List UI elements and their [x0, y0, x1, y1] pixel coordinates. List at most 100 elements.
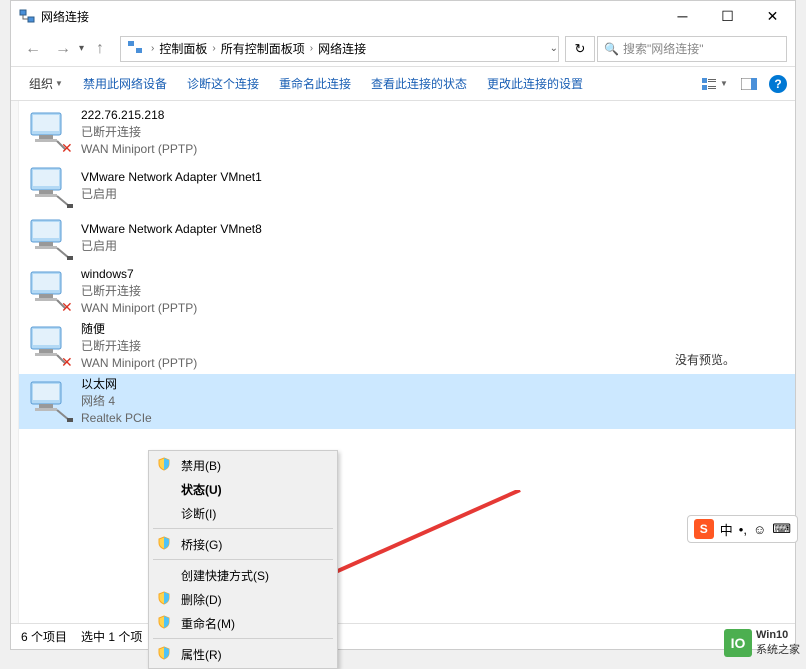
adapter-icon: ✕ [27, 107, 75, 155]
connection-labels: 以太网 网络 4 Realtek PCIe [81, 376, 152, 427]
location-icon [121, 39, 149, 58]
address-dropdown[interactable]: ⌄ [550, 43, 558, 54]
ime-sogou-icon: S [694, 519, 714, 539]
ime-toolbar[interactable]: S 中 •, ☺ ⌨ [687, 515, 798, 543]
connection-name: windows7 [81, 266, 197, 283]
connection-status: 已启用 [81, 186, 262, 203]
breadcrumb-sep: › [210, 43, 217, 54]
connection-device: WAN Miniport (PPTP) [81, 300, 197, 317]
ime-punct[interactable]: •, [739, 522, 747, 537]
titlebar: 网络连接 ─ ☐ ✕ [11, 1, 795, 31]
menu-label: 删除(D) [181, 591, 311, 608]
ime-emoji-icon[interactable]: ☺ [753, 522, 766, 537]
connection-labels: 222.76.215.218 已断开连接 WAN Miniport (PPTP) [81, 107, 197, 158]
menu-item[interactable]: 桥接(G) [151, 532, 335, 556]
up-button[interactable]: ↑ [86, 35, 114, 63]
chevron-down-icon: ▼ [55, 79, 63, 88]
menu-separator [153, 638, 333, 639]
network-icon [19, 8, 35, 24]
adapter-icon [27, 214, 75, 262]
menu-label: 创建快捷方式(S) [181, 567, 311, 584]
close-button[interactable]: ✕ [750, 1, 795, 31]
connection-item[interactable]: 以太网 网络 4 Realtek PCIe [19, 374, 795, 429]
maximize-button[interactable]: ☐ [705, 1, 750, 31]
refresh-button[interactable]: ↻ [565, 36, 595, 62]
shield-icon [157, 646, 175, 663]
change-settings-button[interactable]: 更改此连接的设置 [477, 75, 593, 92]
menu-label: 属性(R) [181, 646, 311, 663]
ime-lang[interactable]: 中 [720, 520, 733, 539]
shield-icon [157, 615, 175, 632]
breadcrumb-item[interactable]: 控制面板 [156, 40, 210, 57]
organize-menu[interactable]: 组织 ▼ [19, 75, 73, 92]
rename-button[interactable]: 重命名此连接 [269, 75, 361, 92]
help-button[interactable]: ? [769, 75, 787, 93]
menu-label: 重命名(M) [181, 615, 311, 632]
menu-item[interactable]: 创建快捷方式(S) [151, 563, 335, 587]
connection-device: WAN Miniport (PPTP) [81, 141, 197, 158]
history-dropdown[interactable]: ▾ [79, 43, 84, 54]
breadcrumb-sep: › [149, 43, 156, 54]
selected-count: 选中 1 个项 [81, 628, 142, 645]
breadcrumb-item[interactable]: 网络连接 [315, 40, 369, 57]
menu-label: 桥接(G) [181, 536, 311, 553]
search-icon: 🔍 [604, 42, 619, 56]
shield-icon [157, 591, 175, 608]
watermark: IO Win10 系统之家 [724, 629, 800, 657]
breadcrumb-item[interactable]: 所有控制面板项 [218, 40, 308, 57]
address-bar[interactable]: › 控制面板 › 所有控制面板项 › 网络连接 ⌄ [120, 36, 559, 62]
context-menu: 禁用(B) 状态(U) 诊断(I) 桥接(G) 创建快捷方式(S) 删除(D) 重命名(M)… [148, 450, 338, 669]
menu-item[interactable]: 属性(R) [151, 642, 335, 666]
menu-label: 状态(U) [181, 481, 311, 498]
search-placeholder: 搜索"网络连接" [623, 40, 704, 57]
view-status-button[interactable]: 查看此连接的状态 [361, 75, 477, 92]
menu-item[interactable]: 删除(D) [151, 587, 335, 611]
connection-item[interactable]: ✕ 222.76.215.218 已断开连接 WAN Miniport (PPT… [19, 105, 795, 160]
back-button[interactable]: ← [19, 35, 47, 63]
menu-item[interactable]: 诊断(I) [151, 501, 335, 525]
connection-labels: 随便 已断开连接 WAN Miniport (PPTP) [81, 321, 197, 372]
navigation-bar: ← → ▾ ↑ › 控制面板 › 所有控制面板项 › 网络连接 ⌄ ↻ 🔍 搜索… [11, 31, 795, 67]
connection-labels: VMware Network Adapter VMnet1 已启用 [81, 162, 262, 210]
connection-name: VMware Network Adapter VMnet1 [81, 169, 262, 186]
menu-label: 诊断(I) [181, 505, 311, 522]
left-edge [11, 101, 19, 623]
connection-status: 已断开连接 [81, 338, 197, 355]
forward-button[interactable]: → [49, 35, 77, 63]
shield-icon [157, 457, 175, 474]
diagnose-button[interactable]: 诊断这个连接 [177, 75, 269, 92]
svg-text:✕: ✕ [61, 140, 73, 155]
minimize-button[interactable]: ─ [660, 1, 705, 31]
preview-pane-button[interactable] [735, 73, 763, 95]
connection-status: 网络 4 [81, 393, 152, 410]
search-input[interactable]: 🔍 搜索"网络连接" [597, 36, 787, 62]
watermark-icon: IO [724, 629, 752, 657]
connection-item[interactable]: ✕ windows7 已断开连接 WAN Miniport (PPTP) [19, 264, 795, 319]
preview-text: 没有预览。 [675, 351, 735, 368]
connection-status: 已断开连接 [81, 283, 197, 300]
svg-text:✕: ✕ [61, 354, 73, 369]
connection-name: VMware Network Adapter VMnet8 [81, 221, 262, 238]
connection-item[interactable]: VMware Network Adapter VMnet8 已启用 [19, 212, 795, 264]
connection-name: 以太网 [81, 376, 152, 393]
content-area: ✕ 222.76.215.218 已断开连接 WAN Miniport (PPT… [11, 101, 795, 623]
menu-separator [153, 559, 333, 560]
menu-item[interactable]: 重命名(M) [151, 611, 335, 635]
connection-status: 已启用 [81, 238, 262, 255]
connection-item[interactable]: VMware Network Adapter VMnet1 已启用 [19, 160, 795, 212]
item-count: 6 个项目 [21, 628, 67, 645]
menu-item[interactable]: 禁用(B) [151, 453, 335, 477]
adapter-icon [27, 376, 75, 424]
svg-text:✕: ✕ [61, 299, 73, 314]
adapter-icon [27, 162, 75, 210]
disable-device-button[interactable]: 禁用此网络设备 [73, 75, 177, 92]
connection-device: Realtek PCIe [81, 410, 152, 427]
ime-keyboard-icon[interactable]: ⌨ [772, 521, 791, 537]
window-title: 网络连接 [41, 8, 660, 25]
connection-name: 222.76.215.218 [81, 107, 197, 124]
watermark-line1: Win10 [756, 629, 800, 641]
connection-labels: windows7 已断开连接 WAN Miniport (PPTP) [81, 266, 197, 317]
connection-status: 已断开连接 [81, 124, 197, 141]
view-options-button[interactable]: ▼ [701, 73, 729, 95]
menu-item[interactable]: 状态(U) [151, 477, 335, 501]
